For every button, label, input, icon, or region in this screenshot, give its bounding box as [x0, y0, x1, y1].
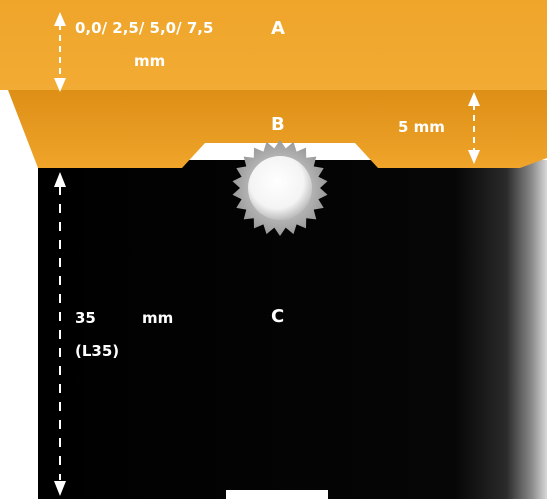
knob-face [248, 156, 312, 220]
diagram-art [0, 0, 547, 499]
label-a: A [271, 18, 285, 39]
label-c-dimension-value: 35 [75, 309, 96, 327]
label-a-dimension-line1: 0,0/ 2,5/ 5,0/ 7,5 [75, 19, 214, 37]
bottom-tab [226, 490, 328, 499]
label-a-dimension-line2: mm [134, 52, 166, 70]
diagram-stage: 0,0/ 2,5/ 5,0/ 7,5 mm A B 5 mm 35 mm (L3… [0, 0, 547, 499]
cap-a [0, 0, 547, 90]
label-c-dimension-unit: mm [142, 309, 174, 327]
label-c-dimension-code: (L35) [75, 342, 120, 360]
label-c: C [271, 306, 285, 327]
label-b: B [271, 114, 285, 135]
label-b-dimension: 5 mm [398, 118, 445, 136]
